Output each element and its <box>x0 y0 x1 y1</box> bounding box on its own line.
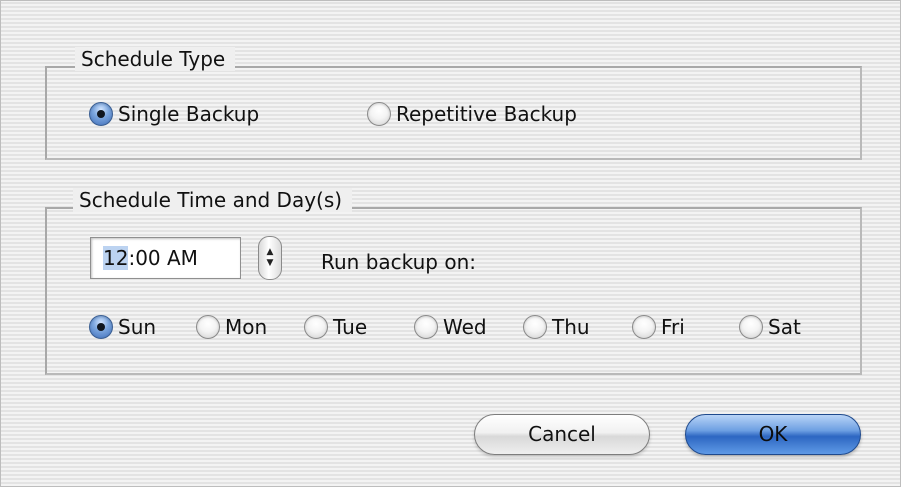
day-sun-label: Sun <box>118 315 157 339</box>
repetitive-backup-label: Repetitive Backup <box>396 102 577 126</box>
ok-button[interactable]: OK <box>685 414 861 455</box>
day-mon-radio-button[interactable] <box>196 315 220 339</box>
stepper-down-icon[interactable]: ▼ <box>267 258 274 269</box>
day-radio-thu[interactable]: Thu <box>523 315 590 339</box>
run-backup-on-label: Run backup on: <box>321 250 476 274</box>
day-radio-sat[interactable]: Sat <box>739 315 801 339</box>
single-backup-radio[interactable]: Single Backup <box>89 102 259 126</box>
time-hour-selection[interactable]: 12 <box>103 246 129 270</box>
schedule-type-title: Schedule Type <box>75 47 236 71</box>
backup-schedule-dialog: Schedule Type Single Backup Repetitive B… <box>0 0 901 487</box>
stepper-up-icon[interactable]: ▲ <box>267 247 274 258</box>
day-fri-label: Fri <box>661 315 685 339</box>
day-radio-mon[interactable]: Mon <box>196 315 267 339</box>
day-sat-label: Sat <box>768 315 801 339</box>
day-tue-label: Tue <box>333 315 368 339</box>
day-fri-radio-button[interactable] <box>632 315 656 339</box>
repetitive-backup-radio-button[interactable] <box>367 102 391 126</box>
repetitive-backup-radio[interactable]: Repetitive Backup <box>367 102 577 126</box>
day-thu-label: Thu <box>552 315 590 339</box>
day-radio-wed[interactable]: Wed <box>414 315 487 339</box>
single-backup-radio-button[interactable] <box>89 102 113 126</box>
day-radio-sun[interactable]: Sun <box>89 315 156 339</box>
time-input[interactable]: 12:00 AM <box>90 237 241 279</box>
day-wed-radio-button[interactable] <box>414 315 438 339</box>
day-mon-label: Mon <box>225 315 268 339</box>
single-backup-label: Single Backup <box>118 102 260 126</box>
schedule-time-group <box>45 207 862 375</box>
day-sat-radio-button[interactable] <box>739 315 763 339</box>
day-radio-fri[interactable]: Fri <box>632 315 685 339</box>
time-rest-text: :00 AM <box>128 246 198 270</box>
day-wed-label: Wed <box>443 315 487 339</box>
day-tue-radio-button[interactable] <box>304 315 328 339</box>
day-thu-radio-button[interactable] <box>523 315 547 339</box>
cancel-button[interactable]: Cancel <box>474 414 650 455</box>
schedule-time-title: Schedule Time and Day(s) <box>73 188 353 212</box>
day-radio-tue[interactable]: Tue <box>304 315 367 339</box>
day-sun-radio-button[interactable] <box>89 315 113 339</box>
time-stepper[interactable]: ▲ ▼ <box>258 236 282 280</box>
